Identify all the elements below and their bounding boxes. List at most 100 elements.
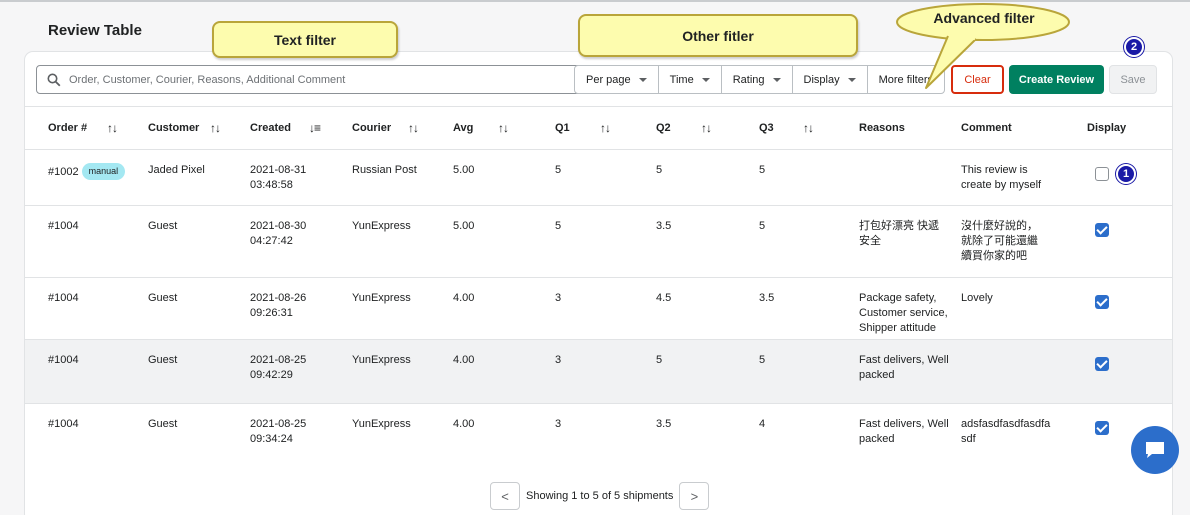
caret-down-icon bbox=[772, 77, 781, 82]
courier-cell: YunExpress bbox=[352, 219, 411, 234]
avg-cell: 4.00 bbox=[453, 417, 474, 432]
q2-cell-text: 3.5 bbox=[656, 418, 672, 430]
time-filter-button[interactable]: Time bbox=[657, 65, 722, 94]
q1-cell-text: 3 bbox=[555, 354, 562, 366]
comment-cell-text: 沒什麼好說的， 就除了可能還繼 續買你家的吧 bbox=[961, 220, 1038, 262]
caret-down-icon bbox=[701, 77, 710, 82]
comment-cell: adsfasdfasdfasdfa sdf bbox=[961, 417, 1050, 447]
customer-cell: Jaded Pixel bbox=[148, 163, 205, 178]
table-row: #1004 Guest 2021-08-30 04:27:42 YunExpress 5… bbox=[25, 206, 1172, 278]
column-header-customer[interactable]: Customer bbox=[148, 122, 199, 134]
sort-icon[interactable]: ↑↓ bbox=[803, 121, 814, 135]
column-header-comment: Comment bbox=[961, 122, 1012, 134]
q2-cell-text: 5 bbox=[656, 354, 663, 366]
q3-cell-text: 5 bbox=[759, 164, 766, 176]
order-cell: #1004 bbox=[48, 353, 79, 368]
table-row: #1002 manual Jaded Pixel 2021-08-31 03:48:5… bbox=[25, 150, 1172, 206]
order-cell-text: #1004 bbox=[48, 292, 79, 304]
courier-cell-text: YunExpress bbox=[352, 220, 411, 232]
previous-page-button[interactable]: < bbox=[490, 482, 520, 510]
q3-cell-text: 3.5 bbox=[759, 292, 775, 304]
chat-button[interactable] bbox=[1131, 426, 1179, 474]
order-cell: #1004 bbox=[48, 417, 79, 432]
q3-cell: 3.5 bbox=[759, 291, 774, 306]
created-cell: 2021-08-30 04:27:42 bbox=[250, 219, 306, 249]
display-filter-button[interactable]: Display bbox=[791, 65, 868, 94]
order-cell-text: #1004 bbox=[48, 418, 79, 430]
display-checkbox[interactable] bbox=[1095, 357, 1109, 371]
reasons-cell: Fast delivers, Well packed bbox=[859, 353, 949, 383]
created-cell: 2021-08-31 03:48:58 bbox=[250, 163, 306, 193]
per-page-filter-label: Per page bbox=[586, 73, 631, 86]
courier-cell: Russian Post bbox=[352, 163, 417, 178]
advanced-filter-callout-label: Advanced filter bbox=[933, 10, 1035, 26]
comment-cell-text: adsfasdfasdfasdfa sdf bbox=[961, 418, 1051, 445]
created-cell: 2021-08-25 09:34:24 bbox=[250, 417, 306, 447]
created-cell-text: 2021-08-25 09:42:29 bbox=[250, 354, 307, 381]
step-marker-2: 2 bbox=[1124, 37, 1144, 57]
next-page-button[interactable]: > bbox=[679, 482, 710, 510]
column-header-courier[interactable]: Courier bbox=[352, 122, 391, 134]
sort-icon[interactable]: ↑↓ bbox=[600, 121, 611, 135]
sort-icon[interactable]: ↑↓ bbox=[498, 121, 509, 135]
sort-icon[interactable]: ↓≡ bbox=[309, 121, 321, 135]
reasons-cell: Package safety, Customer service, Shippe… bbox=[859, 291, 948, 336]
pagination: < Showing 1 to 5 of 5 shipments > bbox=[490, 482, 710, 510]
q2-cell: 3.5 bbox=[656, 219, 671, 234]
q2-cell: 4.5 bbox=[656, 291, 671, 306]
reasons-cell: Fast delivers, Well packed bbox=[859, 417, 949, 447]
other-filter-callout: Other fitler bbox=[578, 14, 858, 57]
q1-cell: 3 bbox=[555, 291, 561, 306]
review-table-card: Order, Customer, Courier, Reasons, Addit… bbox=[25, 52, 1172, 515]
avg-cell-text: 5.00 bbox=[453, 220, 475, 232]
reasons-cell-text: Package safety, Customer service, Shippe… bbox=[859, 292, 948, 334]
avg-cell-text: 5.00 bbox=[453, 164, 475, 176]
column-header-order[interactable]: Order # bbox=[48, 122, 87, 134]
page-title: Review Table bbox=[48, 22, 142, 39]
pagination-info: Showing 1 to 5 of 5 shipments bbox=[526, 490, 674, 502]
column-header-created[interactable]: Created bbox=[250, 122, 291, 134]
column-header-q1[interactable]: Q1 bbox=[555, 122, 570, 134]
q3-cell: 4 bbox=[759, 417, 765, 432]
column-header-q2[interactable]: Q2 bbox=[656, 122, 671, 134]
display-checkbox[interactable] bbox=[1095, 223, 1109, 237]
avg-cell-text: 4.00 bbox=[453, 418, 475, 430]
q1-cell: 5 bbox=[555, 219, 561, 234]
customer-cell-text: Guest bbox=[148, 354, 178, 366]
customer-cell: Guest bbox=[148, 219, 177, 234]
per-page-filter-button[interactable]: Per page bbox=[574, 65, 659, 94]
comment-cell-text: This review is create by myself bbox=[961, 164, 1042, 191]
order-cell-text: #1004 bbox=[48, 354, 79, 366]
search-input[interactable]: Order, Customer, Courier, Reasons, Addit… bbox=[36, 65, 593, 94]
rating-filter-label: Rating bbox=[732, 73, 765, 86]
sort-icon[interactable]: ↑↓ bbox=[210, 121, 221, 135]
sort-icon[interactable]: ↑↓ bbox=[107, 121, 118, 135]
created-cell: 2021-08-25 09:42:29 bbox=[250, 353, 306, 383]
reasons-cell: 打包好漂亮 快遞 安全 bbox=[859, 219, 939, 249]
sort-icon[interactable]: ↑↓ bbox=[701, 121, 712, 135]
q2-cell: 3.5 bbox=[656, 417, 671, 432]
q1-cell: 3 bbox=[555, 353, 561, 368]
table-row: #1004 Guest 2021-08-25 09:42:29 YunExpress 4… bbox=[25, 340, 1172, 404]
courier-cell: YunExpress bbox=[352, 291, 411, 306]
rating-filter-button[interactable]: Rating bbox=[720, 65, 793, 94]
caret-down-icon bbox=[638, 77, 647, 82]
q3-cell-text: 5 bbox=[759, 220, 766, 232]
q2-cell-text: 4.5 bbox=[656, 292, 672, 304]
customer-cell: Guest bbox=[148, 291, 177, 306]
display-checkbox[interactable] bbox=[1095, 295, 1109, 309]
save-button[interactable]: Save bbox=[1109, 65, 1157, 94]
display-checkbox[interactable] bbox=[1095, 167, 1109, 181]
avg-cell-text: 4.00 bbox=[453, 292, 475, 304]
column-header-q3[interactable]: Q3 bbox=[759, 122, 774, 134]
customer-cell-text: Guest bbox=[148, 292, 178, 304]
customer-cell: Guest bbox=[148, 353, 177, 368]
sort-icon[interactable]: ↑↓ bbox=[408, 121, 419, 135]
display-filter-label: Display bbox=[803, 73, 840, 86]
courier-cell: YunExpress bbox=[352, 417, 411, 432]
q1-cell-text: 3 bbox=[555, 418, 562, 430]
column-header-avg[interactable]: Avg bbox=[453, 122, 473, 134]
q1-cell: 3 bbox=[555, 417, 561, 432]
display-checkbox[interactable] bbox=[1095, 421, 1109, 435]
created-cell-text: 2021-08-31 03:48:58 bbox=[250, 164, 307, 191]
